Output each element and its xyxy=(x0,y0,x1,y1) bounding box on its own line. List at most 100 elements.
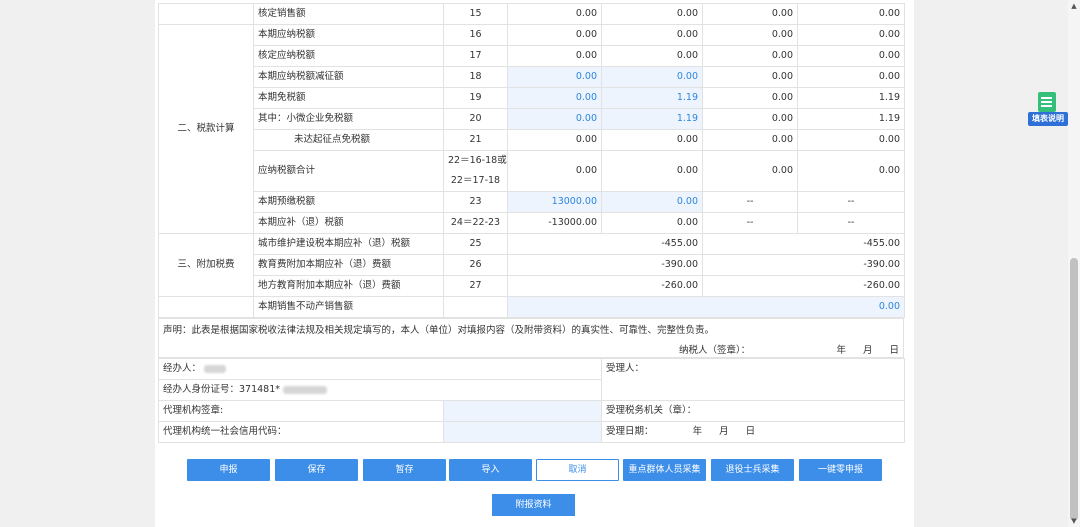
editable-cell[interactable]: 1.19 xyxy=(601,108,703,130)
cell-value[interactable]: 1.19 xyxy=(797,108,905,130)
cell-value: -- xyxy=(797,212,905,234)
cell-value[interactable]: 0.00 xyxy=(797,3,905,25)
cell-value: -- xyxy=(797,191,905,213)
help-widget[interactable]: 填表说明 xyxy=(1028,92,1068,128)
cell-value[interactable]: 0.00 xyxy=(507,3,602,25)
agency-code-label: 代理机构统一社会信用代码： xyxy=(158,421,444,443)
cell-value[interactable]: -13000.00 xyxy=(507,212,602,234)
table-row: 其中：小微企业免税额 20 0.00 1.19 0.00 1.19 xyxy=(159,108,905,130)
section-label-tax-calc: 二、税款计算 xyxy=(158,24,254,234)
declaration-date: 年 月 日 xyxy=(836,345,899,356)
cell-value: -- xyxy=(702,212,798,234)
cell-value[interactable]: 0.00 xyxy=(601,45,703,67)
cell-value[interactable]: 0.00 xyxy=(507,45,602,67)
vertical-scrollbar[interactable]: ▲ ▼ xyxy=(1068,0,1080,527)
item-label: 城市维护建设税本期应补（退）税额 xyxy=(253,233,444,255)
cell-value[interactable]: 0.00 xyxy=(601,24,703,46)
cell-value[interactable]: 0.00 xyxy=(507,129,602,151)
row-seq xyxy=(443,296,508,318)
cell-value: -- xyxy=(702,191,798,213)
editable-cell[interactable]: 0.00 xyxy=(507,66,602,88)
editable-cell[interactable]: 0.00 xyxy=(507,87,602,109)
item-label: 核定销售额 xyxy=(253,3,444,25)
key-group-collect-button[interactable]: 重点群体人员采集 xyxy=(623,459,706,481)
table-row: 教育费附加本期应补（退）费额 26 -390.00 -390.00 xyxy=(159,254,905,276)
temp-save-button[interactable]: 暂存 xyxy=(363,459,446,481)
cell-value[interactable]: -455.00 xyxy=(507,233,703,255)
handler-id-cell: 经办人身份证号：371481* xyxy=(157,379,603,401)
item-label: 本期销售不动产销售额 xyxy=(253,296,444,318)
declaration-box: 声明：此表是根据国家税收法律法规及相关规定填写的，本人（单位）对填报内容（及附带… xyxy=(158,318,904,358)
accept-date-label: 受理日期： xyxy=(606,426,654,437)
editable-cell[interactable]: 0.00 xyxy=(507,108,602,130)
table-row: 二、税款计算 本期应纳税额 16 0.00 0.00 0.00 0.00 xyxy=(158,24,905,234)
editable-cell[interactable]: 0.00 xyxy=(507,296,905,318)
accept-date-cell: 受理日期： 年 月 日 xyxy=(601,421,906,443)
row-seq: 21 xyxy=(443,129,508,151)
cell-value[interactable]: 0.00 xyxy=(797,45,905,67)
attach-docs-button[interactable]: 附报资料 xyxy=(492,494,575,516)
row-seq: 24＝22-23 xyxy=(443,212,508,234)
cell-value[interactable]: 0.00 xyxy=(797,129,905,151)
cell-value[interactable]: 0.00 xyxy=(702,45,798,67)
cell-value[interactable]: -390.00 xyxy=(507,254,703,276)
import-button[interactable]: 导入 xyxy=(449,459,532,481)
veteran-collect-button[interactable]: 退役士兵采集 xyxy=(711,459,794,481)
cell-value[interactable]: 0.00 xyxy=(702,87,798,109)
cell-value[interactable]: 0.00 xyxy=(702,150,798,192)
cell-value[interactable]: 0.00 xyxy=(797,66,905,88)
cell-value[interactable]: 0.00 xyxy=(601,150,703,192)
save-button[interactable]: 保存 xyxy=(275,459,358,481)
section-label-surcharge: 三、附加税费 xyxy=(158,233,254,297)
cell-value[interactable]: 0.00 xyxy=(507,24,602,46)
cell-value[interactable]: 0.00 xyxy=(797,150,905,192)
redacted-id xyxy=(283,385,328,394)
item-label: 核定应纳税额 xyxy=(253,45,444,67)
cell-value[interactable]: 0.00 xyxy=(702,3,798,25)
cell-value[interactable]: 0.00 xyxy=(797,24,905,46)
cell-value[interactable]: 1.19 xyxy=(797,87,905,109)
cell-value[interactable]: 0.00 xyxy=(507,150,602,192)
row-seq: 15 xyxy=(443,3,508,25)
row-seq: 25 xyxy=(443,233,508,255)
form-panel: 核定销售额 15 0.00 0.00 0.00 0.00 二、税款计算 本期应纳… xyxy=(155,0,914,527)
editable-cell[interactable]: 0.00 xyxy=(601,191,703,213)
scrollbar-thumb[interactable] xyxy=(1070,258,1078,521)
cell-value[interactable]: 0.00 xyxy=(601,129,703,151)
declaration-text: 声明：此表是根据国家税收法律法规及相关规定填写的，本人（单位）对填报内容（及附带… xyxy=(163,325,715,336)
editable-cell[interactable]: 1.19 xyxy=(601,87,703,109)
cell-value[interactable]: 0.00 xyxy=(601,3,703,25)
cell-value[interactable]: 0.00 xyxy=(601,212,703,234)
cell-value[interactable]: 0.00 xyxy=(702,129,798,151)
scroll-up-icon[interactable]: ▲ xyxy=(1068,0,1080,12)
table-row: 经办人： 受理人： xyxy=(157,358,906,401)
zero-declare-button[interactable]: 一键零申报 xyxy=(799,459,882,481)
table-row: 代理机构统一社会信用代码： 受理日期： 年 月 日 xyxy=(158,421,906,443)
item-label: 本期预缴税额 xyxy=(253,191,444,213)
item-label: 本期应纳税额减征额 xyxy=(253,66,444,88)
cell-value[interactable]: -260.00 xyxy=(507,275,703,297)
table-row: 本期应纳税额减征额 18 0.00 0.00 0.00 0.00 xyxy=(159,66,905,88)
cell-value[interactable]: -260.00 xyxy=(702,275,905,297)
cell-value[interactable]: 0.00 xyxy=(702,24,798,46)
cell-value[interactable]: 0.00 xyxy=(702,66,798,88)
cancel-button[interactable]: 取消 xyxy=(536,459,619,481)
accept-date-ymd: 年 月 日 xyxy=(692,426,756,437)
row-seq: 17 xyxy=(443,45,508,67)
row-seq-line: 22＝17-18 xyxy=(450,175,501,186)
cell-value[interactable]: -390.00 xyxy=(702,254,905,276)
item-label: 教育费附加本期应补（退）费额 xyxy=(253,254,444,276)
cell-value[interactable]: 0.00 xyxy=(702,108,798,130)
item-label: 应纳税额合计 xyxy=(253,150,444,192)
table-row: 地方教育附加本期应补（退）费额 27 -260.00 -260.00 xyxy=(159,275,905,297)
declare-button[interactable]: 申报 xyxy=(187,459,270,481)
editable-cell[interactable]: 13000.00 xyxy=(507,191,602,213)
table-row: 本期应补（退）税额 24＝22-23 -13000.00 0.00 -- -- xyxy=(159,212,905,234)
scroll-down-icon[interactable]: ▼ xyxy=(1068,515,1080,527)
row-seq: 22＝16-18或 22＝17-18 xyxy=(443,150,508,192)
agency-seal-input[interactable] xyxy=(442,400,603,422)
table-row: 应纳税额合计 22＝16-18或 22＝17-18 0.00 0.00 0.00… xyxy=(159,150,905,192)
editable-cell[interactable]: 0.00 xyxy=(601,66,703,88)
cell-value[interactable]: -455.00 xyxy=(702,233,905,255)
agency-code-input[interactable] xyxy=(442,421,603,443)
